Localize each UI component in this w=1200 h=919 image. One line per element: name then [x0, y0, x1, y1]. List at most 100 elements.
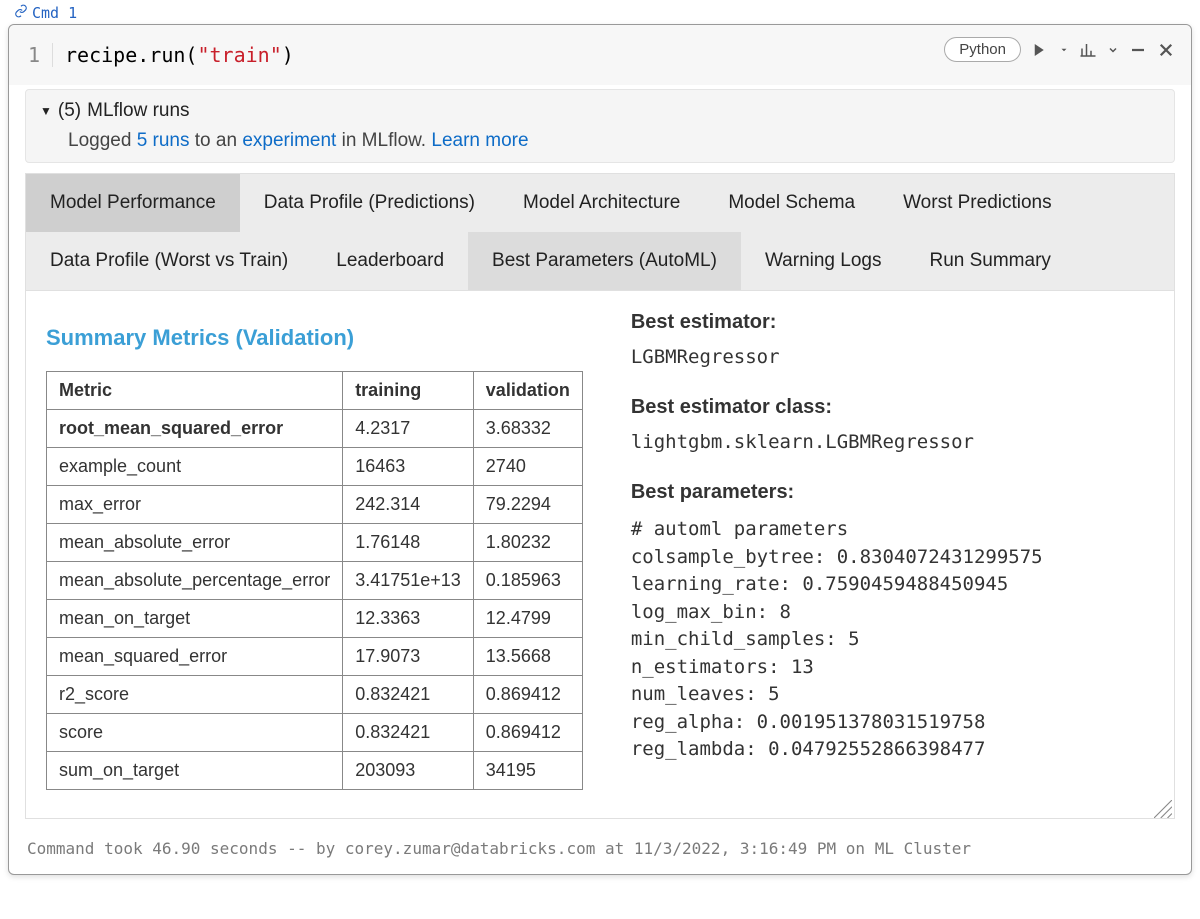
- tab-data-profile-worst-vs-train-[interactable]: Data Profile (Worst vs Train): [26, 232, 312, 290]
- tab-best-parameters-automl-[interactable]: Best Parameters (AutoML): [468, 232, 741, 290]
- best-parameters-label: Best parameters:: [631, 481, 1154, 504]
- metric-validation: 0.869412: [473, 676, 582, 714]
- summary-metrics-title: Summary Metrics (Validation): [46, 325, 583, 351]
- table-row: r2_score0.8324210.869412: [47, 676, 583, 714]
- metric-name: score: [47, 714, 343, 752]
- tab-warning-logs[interactable]: Warning Logs: [741, 232, 906, 290]
- tab-worst-predictions[interactable]: Worst Predictions: [879, 174, 1076, 232]
- table-row: mean_absolute_error1.761481.80232: [47, 524, 583, 562]
- kernel-pill[interactable]: Python: [944, 37, 1021, 62]
- table-header: validation: [473, 372, 582, 410]
- output-content: Summary Metrics (Validation) Metrictrain…: [25, 291, 1175, 819]
- best-parameters-list: # automl parameterscolsample_bytree: 0.8…: [631, 516, 1154, 764]
- run-dropdown-icon[interactable]: [1059, 41, 1069, 59]
- tab-run-summary[interactable]: Run Summary: [905, 232, 1074, 290]
- param-line: reg_alpha: 0.001951378031519758: [631, 709, 1154, 737]
- runs-sub-prefix: Logged: [68, 130, 137, 151]
- code-suffix: ): [282, 43, 294, 67]
- runs-sub-mid2: in MLflow.: [336, 130, 431, 151]
- metric-training: 0.832421: [343, 676, 474, 714]
- caret-down-icon: ▼: [40, 104, 52, 118]
- metric-training: 1.76148: [343, 524, 474, 562]
- metric-training: 12.3363: [343, 600, 474, 638]
- metric-name: r2_score: [47, 676, 343, 714]
- param-line: reg_lambda: 0.04792552866398477: [631, 736, 1154, 764]
- best-estimator-class-label: Best estimator class:: [631, 396, 1154, 419]
- metric-validation: 0.869412: [473, 714, 582, 752]
- mlflow-runs-card: ▼ (5) MLflow runs Logged 5 runs to an ex…: [25, 89, 1175, 163]
- output-tabs: Model PerformanceData Profile (Predictio…: [25, 173, 1175, 291]
- metrics-table: Metrictrainingvalidationroot_mean_square…: [46, 371, 583, 790]
- best-estimator-class-value: lightgbm.sklearn.LGBMRegressor: [631, 431, 1154, 453]
- learn-more-link[interactable]: Learn more: [431, 130, 528, 151]
- cell-toolbar: Python: [944, 37, 1175, 62]
- runs-count: (5): [58, 100, 81, 122]
- tab-data-profile-predictions-[interactable]: Data Profile (Predictions): [240, 174, 499, 232]
- param-line: n_estimators: 13: [631, 654, 1154, 682]
- param-line: # automl parameters: [631, 516, 1154, 544]
- experiment-link[interactable]: experiment: [242, 130, 336, 151]
- table-header: training: [343, 372, 474, 410]
- metric-name: example_count: [47, 448, 343, 486]
- metric-name: mean_squared_error: [47, 638, 343, 676]
- tab-model-performance[interactable]: Model Performance: [26, 174, 240, 232]
- metric-validation: 13.5668: [473, 638, 582, 676]
- metric-validation: 3.68332: [473, 410, 582, 448]
- run-icon[interactable]: [1031, 41, 1049, 59]
- tab-model-architecture[interactable]: Model Architecture: [499, 174, 704, 232]
- notebook-cell: 1 recipe.run("train") Python ▼ (5) MLflo…: [8, 24, 1192, 875]
- minimize-icon[interactable]: [1129, 41, 1147, 59]
- line-number: 1: [25, 43, 53, 67]
- metric-training: 0.832421: [343, 714, 474, 752]
- cmd-label-text: Cmd 1: [32, 4, 77, 22]
- metric-validation: 2740: [473, 448, 582, 486]
- chevron-down-icon[interactable]: [1107, 41, 1119, 59]
- bar-chart-icon[interactable]: [1079, 41, 1097, 59]
- table-header: Metric: [47, 372, 343, 410]
- code-line: recipe.run("train"): [65, 43, 294, 67]
- runs-title: MLflow runs: [87, 100, 189, 122]
- mlflow-runs-toggle[interactable]: ▼ (5) MLflow runs: [40, 100, 1160, 122]
- metric-training: 4.2317: [343, 410, 474, 448]
- best-estimator-label: Best estimator:: [631, 311, 1154, 334]
- metric-training: 203093: [343, 752, 474, 790]
- cmd-label: Cmd 1: [8, 4, 1192, 22]
- tab-model-schema[interactable]: Model Schema: [704, 174, 879, 232]
- metric-name: mean_absolute_error: [47, 524, 343, 562]
- runs-sub-mid1: to an: [190, 130, 243, 151]
- code-arg: "train": [197, 43, 281, 67]
- best-estimator-value: LGBMRegressor: [631, 346, 1154, 368]
- param-line: learning_rate: 0.7590459488450945: [631, 571, 1154, 599]
- table-row: mean_on_target12.336312.4799: [47, 600, 583, 638]
- param-line: colsample_bytree: 0.8304072431299575: [631, 544, 1154, 572]
- metric-validation: 34195: [473, 752, 582, 790]
- table-row: example_count164632740: [47, 448, 583, 486]
- table-row: mean_absolute_percentage_error3.41751e+1…: [47, 562, 583, 600]
- param-line: min_child_samples: 5: [631, 626, 1154, 654]
- table-row: root_mean_squared_error4.23173.68332: [47, 410, 583, 448]
- param-line: num_leaves: 5: [631, 681, 1154, 709]
- command-footer: Command took 46.90 seconds -- by corey.z…: [9, 829, 1191, 874]
- runs-subtext: Logged 5 runs to an experiment in MLflow…: [68, 130, 1160, 152]
- code-prefix: recipe.run(: [65, 43, 197, 67]
- metric-name: sum_on_target: [47, 752, 343, 790]
- link-icon: [14, 4, 28, 22]
- metric-name: root_mean_squared_error: [47, 410, 343, 448]
- metric-training: 17.9073: [343, 638, 474, 676]
- metric-name: max_error: [47, 486, 343, 524]
- table-row: max_error242.31479.2294: [47, 486, 583, 524]
- tab-leaderboard[interactable]: Leaderboard: [312, 232, 468, 290]
- table-row: score0.8324210.869412: [47, 714, 583, 752]
- metric-training: 16463: [343, 448, 474, 486]
- metric-validation: 0.185963: [473, 562, 582, 600]
- code-area[interactable]: 1 recipe.run("train") Python: [9, 25, 1191, 85]
- metric-training: 3.41751e+13: [343, 562, 474, 600]
- close-icon[interactable]: [1157, 41, 1175, 59]
- metric-name: mean_absolute_percentage_error: [47, 562, 343, 600]
- param-line: log_max_bin: 8: [631, 599, 1154, 627]
- runs-link[interactable]: 5 runs: [137, 130, 190, 151]
- resize-handle-icon[interactable]: [1154, 800, 1172, 818]
- table-row: sum_on_target20309334195: [47, 752, 583, 790]
- metric-name: mean_on_target: [47, 600, 343, 638]
- metric-validation: 12.4799: [473, 600, 582, 638]
